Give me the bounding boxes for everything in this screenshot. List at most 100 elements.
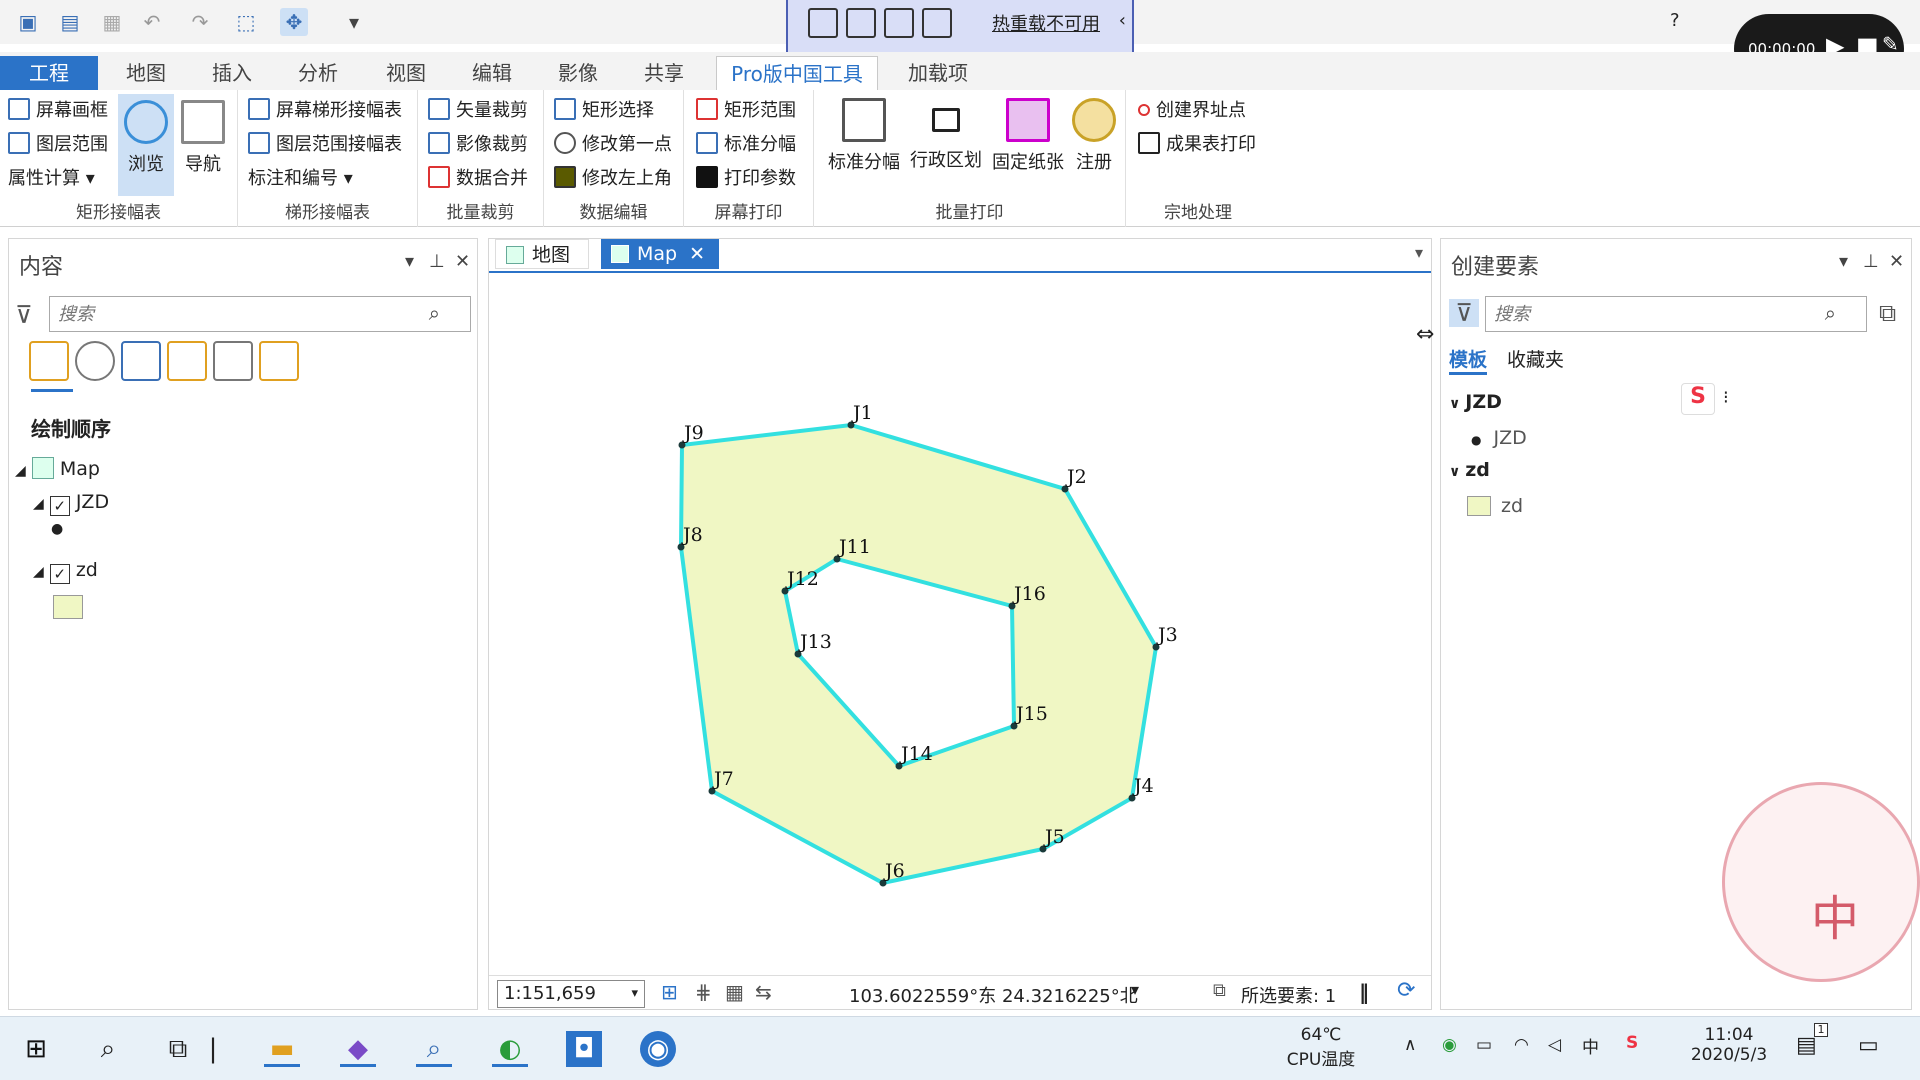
tab-view[interactable]: 视图 — [372, 56, 440, 90]
template-group-zd[interactable]: ∨ zd — [1449, 459, 1490, 481]
modify-upper-left-button[interactable]: 修改左上角 — [554, 164, 672, 194]
tray-expand-icon[interactable]: ∧ — [1404, 1035, 1416, 1055]
tab-map-view-2[interactable]: Map ✕ — [601, 239, 719, 269]
pause-drawing-icon[interactable]: ‖ — [1359, 980, 1369, 1004]
task-view-icon[interactable]: ⧉ — [160, 1031, 196, 1067]
attribute-calc-button[interactable]: 属性计算 ▾ — [8, 164, 95, 194]
tab-share[interactable]: 共享 — [630, 56, 698, 90]
collapse-toolbar-icon[interactable]: ‹ — [1119, 10, 1126, 31]
scale-selector[interactable]: 1:151,659 ▾ — [497, 980, 645, 1008]
more-options-icon[interactable]: ⁝ — [1723, 387, 1729, 408]
list-by-drawing-order-icon[interactable] — [29, 341, 69, 381]
create-boundary-point-button[interactable]: 创建界址点 — [1138, 96, 1246, 126]
save-project-icon[interactable]: ▦ — [98, 8, 126, 36]
list-by-labeling-icon[interactable] — [259, 341, 299, 381]
tab-insert[interactable]: 插入 — [198, 56, 266, 90]
tab-addins[interactable]: 加载项 — [894, 56, 982, 90]
layer-extent-index-button[interactable]: 图层范围接幅表 — [248, 130, 402, 160]
zd-visibility-checkbox[interactable]: ✓ — [49, 564, 70, 584]
open-project-icon[interactable]: ▤ — [56, 8, 84, 36]
browse-button[interactable]: 浏览 — [118, 94, 174, 196]
input-method-tray-icon[interactable]: S — [1626, 1033, 1638, 1053]
screen-frame-button[interactable]: 屏幕画框 — [8, 96, 108, 126]
swap-icon[interactable]: ⇆ — [755, 980, 772, 1004]
result-table-print-button[interactable]: 成果表打印 — [1138, 130, 1256, 160]
debug-tool-icon[interactable] — [808, 8, 838, 38]
admin-division-button[interactable]: 行政区划 — [906, 98, 986, 172]
screen-trapezoid-button[interactable]: 屏幕梯形接幅表 — [248, 96, 402, 126]
create-features-search-input[interactable] — [1494, 301, 1798, 327]
layer-jzd[interactable]: ◢ ✓ JZD — [33, 491, 109, 516]
tab-project[interactable]: 工程 — [0, 56, 98, 90]
modify-first-point-button[interactable]: 修改第一点 — [554, 130, 672, 160]
arcgis-catalog-icon[interactable]: ⌕ — [416, 1031, 452, 1067]
action-center-icon[interactable]: ▭ — [1858, 1033, 1879, 1058]
tab-edit[interactable]: 编辑 — [458, 56, 526, 90]
input-method-icon[interactable]: S — [1681, 383, 1715, 415]
template-jzd[interactable]: ● JZD — [1471, 427, 1527, 449]
layer-map[interactable]: ◢ Map — [15, 457, 100, 480]
new-project-icon[interactable]: ▣ — [14, 8, 42, 36]
filter-icon[interactable]: ⊽ — [15, 301, 33, 329]
map-canvas[interactable]: J1 J2 J3 J4 J5 J6 J7 J8 J9 J11 J16 J15 J14 J13 J12 — [489, 271, 1431, 971]
tab-china-tools[interactable]: Pro版中国工具 — [716, 56, 878, 90]
tray-app-icon[interactable]: ◉ — [1442, 1035, 1457, 1055]
layer-extent-button[interactable]: 图层范围 — [8, 130, 108, 160]
manage-templates-icon[interactable]: ⧉ — [1879, 299, 1896, 327]
parcel-map-svg[interactable]: J1 J2 J3 J4 J5 J6 J7 J8 J9 J11 J16 J15 J14 J13 J12 — [489, 273, 1431, 973]
navigate-button[interactable]: 导航 — [178, 94, 228, 176]
pointer-tool-icon[interactable] — [846, 8, 876, 38]
frame-tool-icon[interactable] — [884, 8, 914, 38]
vector-clip-button[interactable]: 矢量裁剪 — [428, 96, 528, 126]
help-button[interactable]: ? — [1670, 10, 1680, 31]
layer-zd[interactable]: ◢ ✓ zd — [33, 559, 98, 584]
jzd-visibility-checkbox[interactable]: ✓ — [49, 496, 70, 516]
parcel-polygon[interactable] — [678, 422, 1159, 886]
wifi-icon[interactable]: ◠ — [1514, 1035, 1529, 1055]
file-explorer-icon[interactable]: ▬ — [264, 1031, 300, 1067]
tab-templates[interactable]: 模板 — [1449, 345, 1488, 375]
template-zd[interactable]: zd — [1467, 495, 1523, 517]
search-icon[interactable]: ⌕ — [90, 1031, 126, 1067]
tab-map-view-1[interactable]: 地图 — [495, 239, 589, 269]
undo-icon[interactable]: ↶ — [138, 8, 166, 36]
arcgis-pro-icon[interactable]: ◉ — [640, 1031, 676, 1067]
close-pane-icon[interactable]: ✕ — [455, 251, 470, 272]
inspect-tool-icon[interactable] — [922, 8, 952, 38]
rect-extent-button[interactable]: 矩形范围 — [696, 96, 796, 126]
tab-favorites[interactable]: 收藏夹 — [1507, 345, 1564, 372]
tab-analysis[interactable]: 分析 — [284, 56, 352, 90]
fixed-paper-button[interactable]: 固定纸张 — [988, 98, 1068, 174]
pane-menu-icon[interactable]: ▾ — [405, 251, 414, 272]
pane-menu-icon[interactable]: ▾ — [1839, 251, 1848, 272]
rect-select-button[interactable]: 矩形选择 — [554, 96, 654, 126]
ime-indicator[interactable]: 中 — [1582, 1033, 1599, 1058]
image-clip-button[interactable]: 影像裁剪 — [428, 130, 528, 160]
recorder-app-icon[interactable]: ◘ — [566, 1031, 602, 1067]
coord-dropdown-icon[interactable]: ▾ — [1131, 980, 1139, 999]
tab-list-icon[interactable]: ▾ — [1415, 243, 1423, 262]
hot-reload-link[interactable]: 热重载不可用 — [992, 10, 1100, 36]
grid-icon[interactable]: ⋕ — [695, 980, 712, 1004]
start-icon[interactable]: ⊞ — [18, 1031, 54, 1067]
volume-icon[interactable]: ◁ — [1548, 1035, 1561, 1055]
close-pane-icon[interactable]: ✕ — [1889, 251, 1904, 272]
visual-studio-icon[interactable]: ◆ — [340, 1031, 376, 1067]
filter-icon[interactable]: ⊽ — [1449, 299, 1479, 327]
pin-icon[interactable]: ⊥ — [1863, 251, 1879, 272]
print-params-button[interactable]: 打印参数 — [696, 164, 796, 194]
contents-search[interactable]: ⌕ — [49, 296, 471, 332]
batch-standard-sheet-button[interactable]: 标准分幅 — [824, 98, 904, 174]
list-by-selection-icon[interactable] — [121, 341, 161, 381]
data-merge-button[interactable]: 数据合并 — [428, 164, 528, 194]
table-icon[interactable]: ▦ — [725, 980, 744, 1004]
refresh-icon[interactable]: ⟳ — [1397, 978, 1415, 1003]
tab-imagery[interactable]: 影像 — [544, 56, 612, 90]
list-by-snapping-icon[interactable] — [213, 341, 253, 381]
select-tool-icon[interactable]: ⬚ — [232, 8, 260, 36]
template-group-jzd[interactable]: ∨ JZD — [1449, 391, 1502, 413]
create-features-search[interactable]: ⌕ — [1485, 296, 1867, 332]
standard-sheet-button[interactable]: 标准分幅 — [696, 130, 796, 160]
register-button[interactable]: 注册 — [1068, 98, 1120, 174]
browser-icon[interactable]: ◐ — [492, 1031, 528, 1067]
